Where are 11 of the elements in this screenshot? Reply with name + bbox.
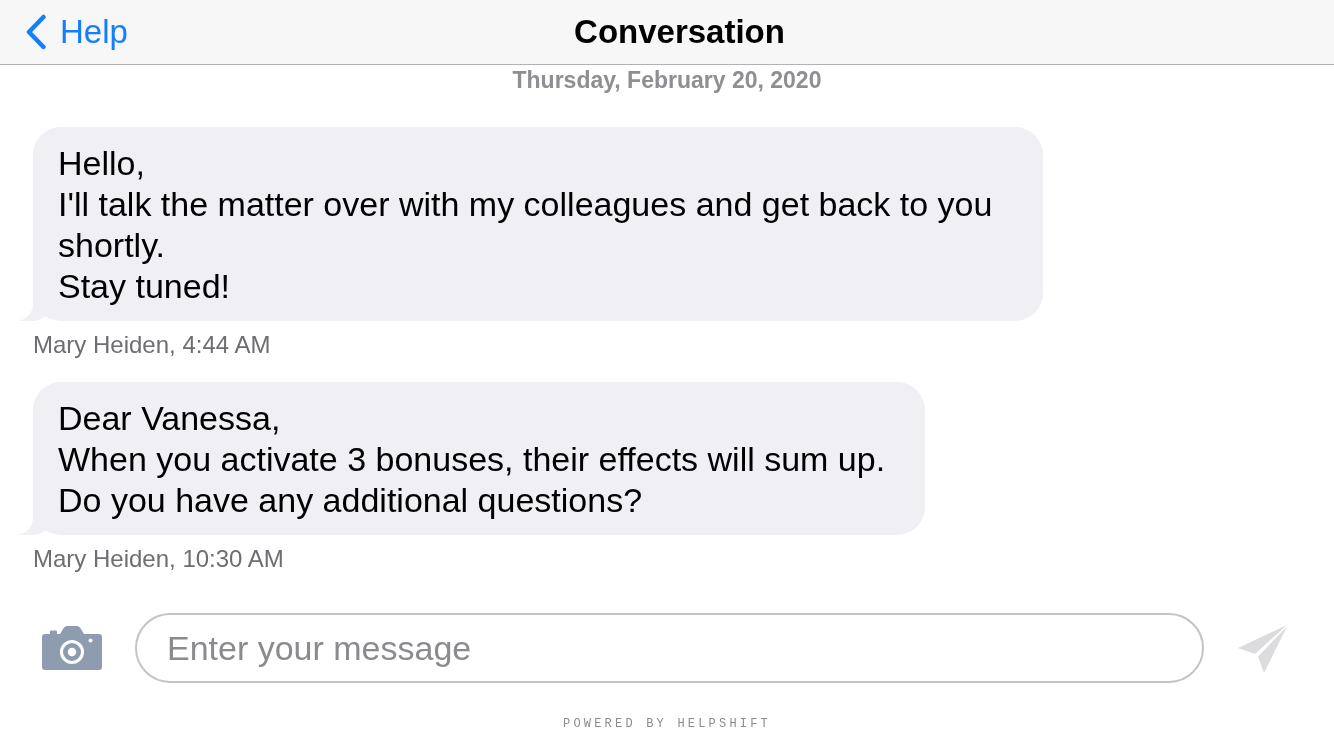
page-title: Conversation (574, 11, 785, 52)
camera-button[interactable] (42, 626, 102, 670)
message-input-field[interactable]: Enter your message (135, 613, 1204, 683)
camera-icon (42, 626, 102, 670)
date-label: Thursday, February 20, 2020 (512, 67, 822, 93)
paper-plane-icon (1237, 623, 1287, 673)
message-byline: Mary Heiden, 4:44 AM (32, 331, 271, 359)
powered-by-label: POWERED BY HELPSHIFT (563, 717, 771, 731)
message-byline: Mary Heiden, 10:30 AM (32, 545, 284, 573)
chevron-left-icon (25, 13, 47, 50)
back-link[interactable]: Help (25, 11, 128, 52)
